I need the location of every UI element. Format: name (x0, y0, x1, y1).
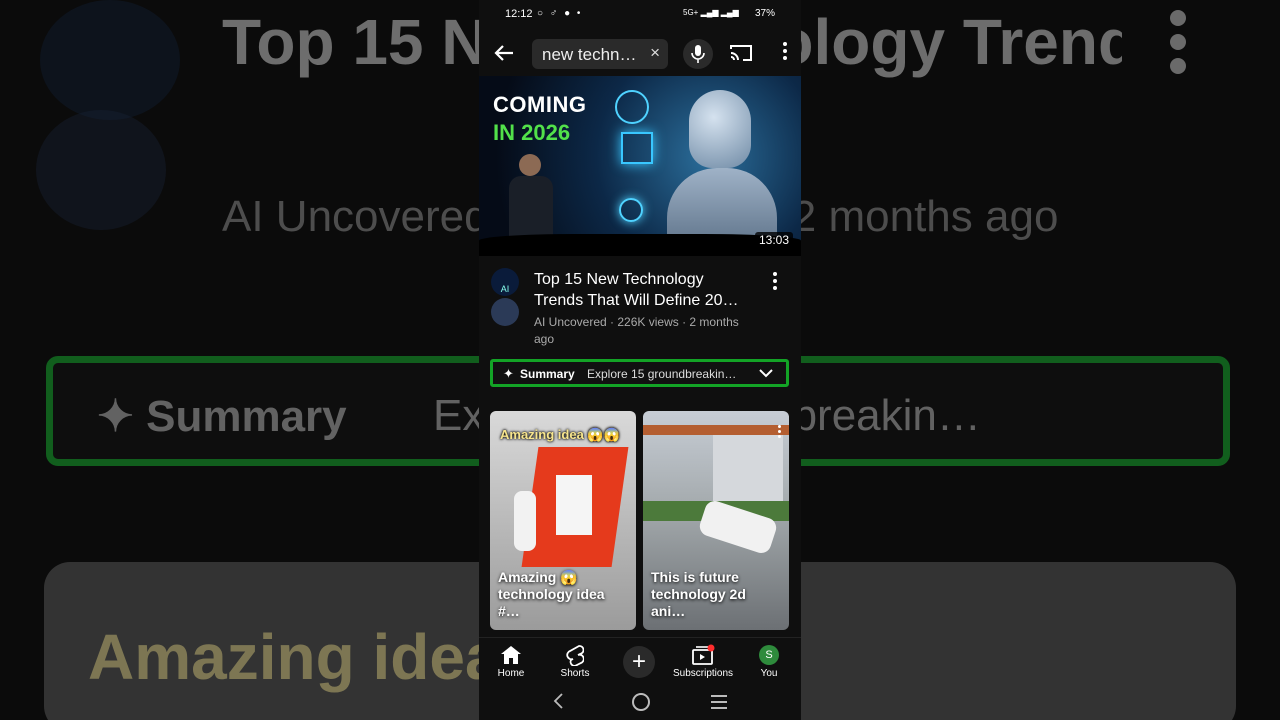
network-indicator: 5G+ ▂▄▆ ▂▄▆ (683, 8, 739, 17)
more-options-icon[interactable] (783, 42, 787, 63)
search-input[interactable]: new techn… × (532, 39, 668, 69)
short-card[interactable]: Amazing idea 😱😱 Amazing 😱 technology ide… (490, 411, 636, 630)
short-title: This is future technology 2d ani… (651, 569, 746, 619)
search-query: new techn… (542, 45, 637, 64)
shorts-icon (543, 642, 607, 668)
video-meta: AI Uncovered · 226K views · 2 months ago (534, 315, 739, 346)
short-gantry (643, 425, 789, 435)
thumb-ring (615, 90, 649, 124)
channel-avatar-ai: AI (491, 268, 519, 296)
nav-subscriptions-label: Subscriptions (672, 668, 734, 679)
nav-shorts[interactable]: Shorts (543, 642, 607, 679)
video-thumbnail[interactable]: COMING IN 2026 13:03 (479, 76, 801, 256)
shorts-shelf: Amazing idea 😱😱 Amazing 😱 technology ide… (490, 411, 790, 631)
system-back-icon[interactable] (552, 693, 564, 714)
nav-subscriptions[interactable]: Subscriptions (671, 642, 735, 679)
bg-channel-avatar-2 (36, 110, 166, 230)
bottom-nav: Home Shorts + Subscriptions S You (479, 637, 801, 686)
video-duration: 13:03 (754, 232, 793, 248)
status-bar: 12:12 ○ ♂ ● • 5G+ ▂▄▆ ▂▄▆ 37% (479, 0, 801, 30)
summary-banner[interactable]: ✦ Summary Explore 15 groundbreakin… (490, 359, 789, 387)
subscriptions-icon (671, 642, 735, 668)
clear-search-icon[interactable]: × (650, 43, 660, 63)
video-title[interactable]: Top 15 New Technology Trends That Will D… (534, 269, 756, 311)
phone-screen: 12:12 ○ ♂ ● • 5G+ ▂▄▆ ▂▄▆ 37% new techn…… (479, 0, 801, 720)
sparkle-icon: ✦ (503, 366, 514, 381)
bg-channel-avatar (40, 0, 180, 120)
system-nav-bar (479, 685, 801, 720)
bg-summary-label: ✦ Summary (97, 392, 347, 441)
channel-avatar[interactable]: AI (491, 268, 521, 326)
thumb-text-coming: COMING (493, 92, 587, 117)
nav-you[interactable]: S You (737, 642, 801, 679)
status-time: 12:12 (505, 8, 533, 20)
search-top-bar: new techn… × (479, 30, 801, 76)
nav-home-label: Home (497, 668, 525, 679)
you-avatar: S (759, 645, 779, 665)
mic-icon[interactable] (683, 39, 713, 69)
thumb-text-year: IN 2026 (493, 120, 571, 145)
back-arrow-icon[interactable] (493, 42, 517, 66)
bg-more-icon (1170, 10, 1190, 82)
video-info[interactable]: AI Top 15 New Technology Trends That Wil… (479, 262, 801, 352)
thumb-crowd (479, 234, 801, 256)
battery-level: 37% (754, 8, 775, 19)
short-buildings (713, 435, 783, 505)
thumb-orb (619, 198, 643, 222)
channel-avatar-moon (491, 298, 519, 326)
summary-text: Explore 15 groundbreakin… (587, 367, 737, 381)
system-home-icon[interactable] (632, 693, 650, 711)
short-person (514, 491, 536, 551)
thumb-robot-head (689, 90, 751, 168)
home-icon (479, 642, 543, 668)
chevron-down-icon[interactable] (758, 365, 774, 386)
short-tag: Amazing idea 😱😱 (500, 427, 620, 442)
short-door-window (552, 471, 596, 539)
bg-card-text: Amazing idea (88, 621, 501, 693)
thumb-cube (621, 132, 653, 164)
nav-home[interactable]: Home (479, 642, 543, 679)
system-recents-icon[interactable] (711, 695, 727, 713)
thumb-presenter-head (519, 154, 541, 176)
short-title: Amazing 😱 technology idea #… (498, 569, 605, 619)
notification-icons: ○ ♂ ● • (537, 8, 583, 19)
short-card[interactable]: This is future technology 2d ani… (643, 411, 789, 630)
cast-icon[interactable] (729, 44, 753, 67)
create-button[interactable]: + (623, 646, 655, 678)
nav-shorts-label: Shorts (560, 668, 590, 679)
video-more-icon[interactable] (773, 272, 777, 293)
short-more-icon[interactable] (778, 425, 781, 440)
summary-label: Summary (520, 367, 575, 381)
nav-you-label: You (760, 668, 778, 679)
